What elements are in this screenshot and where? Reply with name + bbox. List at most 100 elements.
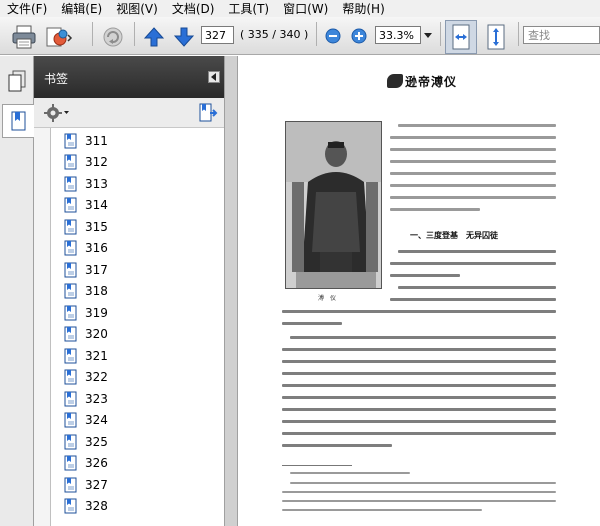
bookmark-icon[interactable] xyxy=(2,104,34,138)
bookmark-item[interactable]: 314 xyxy=(51,194,108,215)
page-number-input[interactable] xyxy=(201,26,234,44)
bookmark-item[interactable]: 324 xyxy=(51,409,108,430)
bookmark-page-icon xyxy=(64,176,78,192)
page-header: 逊帝溥仪 xyxy=(387,73,457,89)
bookmark-page-icon xyxy=(64,369,78,385)
page-title: 逊帝溥仪 xyxy=(405,74,458,89)
bookmark-item[interactable]: 326 xyxy=(51,452,108,473)
footnote-line xyxy=(290,482,556,484)
photo-caption: 溥 仪 xyxy=(318,295,337,302)
fit-page-icon[interactable] xyxy=(480,20,512,54)
text-line xyxy=(398,250,556,253)
minus-circle-icon[interactable] xyxy=(324,27,342,45)
text-line xyxy=(282,372,556,375)
menu-window[interactable]: 窗口(W) xyxy=(279,0,332,17)
text-line xyxy=(390,298,556,301)
printer-icon[interactable] xyxy=(10,23,38,51)
bookmark-item[interactable]: 325 xyxy=(51,431,108,452)
bookmark-page-icon xyxy=(64,348,78,364)
text-line xyxy=(390,160,556,163)
text-line xyxy=(282,432,556,435)
gear-icon[interactable] xyxy=(44,104,70,122)
footnote-line xyxy=(282,500,556,502)
text-line xyxy=(290,336,556,339)
text-line xyxy=(282,310,556,313)
bookmark-item[interactable]: 323 xyxy=(51,388,108,409)
bookmark-item[interactable]: 327 xyxy=(51,474,108,495)
menu-document[interactable]: 文档(D) xyxy=(168,0,219,17)
bookmark-label: 317 xyxy=(85,262,108,277)
text-line xyxy=(390,274,460,277)
bookmark-page-icon[interactable] xyxy=(198,103,218,123)
bookmark-item[interactable]: 312 xyxy=(51,151,108,172)
bookmark-item[interactable]: 319 xyxy=(51,302,108,323)
bookmark-label: 324 xyxy=(85,412,108,427)
plus-circle-icon[interactable] xyxy=(350,27,368,45)
bookmark-item[interactable]: 321 xyxy=(51,345,108,366)
toolbar-separator xyxy=(316,22,317,46)
bookmark-item[interactable]: 322 xyxy=(51,366,108,387)
text-line xyxy=(282,348,556,351)
text-line xyxy=(390,262,556,265)
text-line xyxy=(282,384,556,387)
text-line xyxy=(390,184,556,187)
bookmark-page-icon xyxy=(64,391,78,407)
title-ornament-icon xyxy=(387,74,403,88)
bookmark-item[interactable]: 311 xyxy=(51,130,108,151)
bookmark-item[interactable]: 315 xyxy=(51,216,108,237)
export-icon[interactable] xyxy=(44,23,74,51)
bookmark-page-icon xyxy=(64,240,78,256)
bookmark-page-icon xyxy=(64,326,78,342)
zoom-dropdown-chevron-down-icon[interactable] xyxy=(422,27,434,45)
toolbar-separator xyxy=(134,22,135,46)
menu-edit[interactable]: 编辑(E) xyxy=(57,0,106,17)
menu-tools[interactable]: 工具(T) xyxy=(224,0,273,17)
portrait-photo xyxy=(285,121,382,289)
refresh-icon[interactable] xyxy=(99,23,127,51)
bookmarks-header: 书签 xyxy=(34,56,224,98)
bookmark-page-icon xyxy=(64,219,78,235)
search-input[interactable] xyxy=(523,26,600,44)
bookmark-label: 311 xyxy=(85,133,108,148)
pages-icon[interactable] xyxy=(2,64,32,98)
bookmark-label: 316 xyxy=(85,240,108,255)
text-line xyxy=(390,172,556,175)
bookmark-page-icon xyxy=(64,197,78,213)
menu-view[interactable]: 视图(V) xyxy=(112,0,162,17)
menu-file[interactable]: 文件(F) xyxy=(3,0,51,17)
bookmark-label: 314 xyxy=(85,197,108,212)
arrow-down-icon[interactable] xyxy=(173,24,195,50)
footnote-line xyxy=(282,491,556,493)
collapse-panel-icon[interactable] xyxy=(208,71,220,83)
bookmark-page-icon xyxy=(64,154,78,170)
bookmark-label: 323 xyxy=(85,391,108,406)
bookmark-page-icon xyxy=(64,477,78,493)
bookmark-label: 312 xyxy=(85,154,108,169)
text-line xyxy=(282,322,342,325)
menu-bar: 文件(F) 编辑(E) 视图(V) 文档(D) 工具(T) 窗口(W) 帮助(H… xyxy=(0,0,600,17)
text-line xyxy=(282,360,556,363)
bookmarks-panel: 书签 311 312 313 314 315 316 317 318 319 3… xyxy=(34,56,224,526)
bookmarks-title: 书签 xyxy=(44,72,69,86)
bookmark-label: 322 xyxy=(85,369,108,384)
bookmark-label: 319 xyxy=(85,305,108,320)
bookmarks-list: 311 312 313 314 315 316 317 318 319 320 … xyxy=(50,128,224,526)
bookmark-item[interactable]: 320 xyxy=(51,323,108,344)
fit-width-icon[interactable] xyxy=(445,20,477,54)
bookmark-item[interactable]: 318 xyxy=(51,280,108,301)
bookmark-item[interactable]: 317 xyxy=(51,259,108,280)
arrow-up-icon[interactable] xyxy=(143,24,165,50)
menu-help[interactable]: 帮助(H) xyxy=(338,0,388,17)
text-line xyxy=(390,136,556,139)
bookmark-item[interactable]: 313 xyxy=(51,173,108,194)
footnote-rule xyxy=(282,465,352,466)
bookmark-label: 325 xyxy=(85,434,108,449)
footnote-line xyxy=(290,472,410,474)
bookmark-page-icon xyxy=(64,434,78,450)
document-view[interactable]: 逊帝溥仪 溥 仪 一、三度登基 无异囚徒 xyxy=(238,56,600,526)
panel-splitter[interactable] xyxy=(224,56,238,526)
text-line xyxy=(282,420,556,423)
bookmark-item[interactable]: 328 xyxy=(51,495,108,516)
bookmark-item[interactable]: 316 xyxy=(51,237,108,258)
zoom-input[interactable] xyxy=(375,26,421,44)
